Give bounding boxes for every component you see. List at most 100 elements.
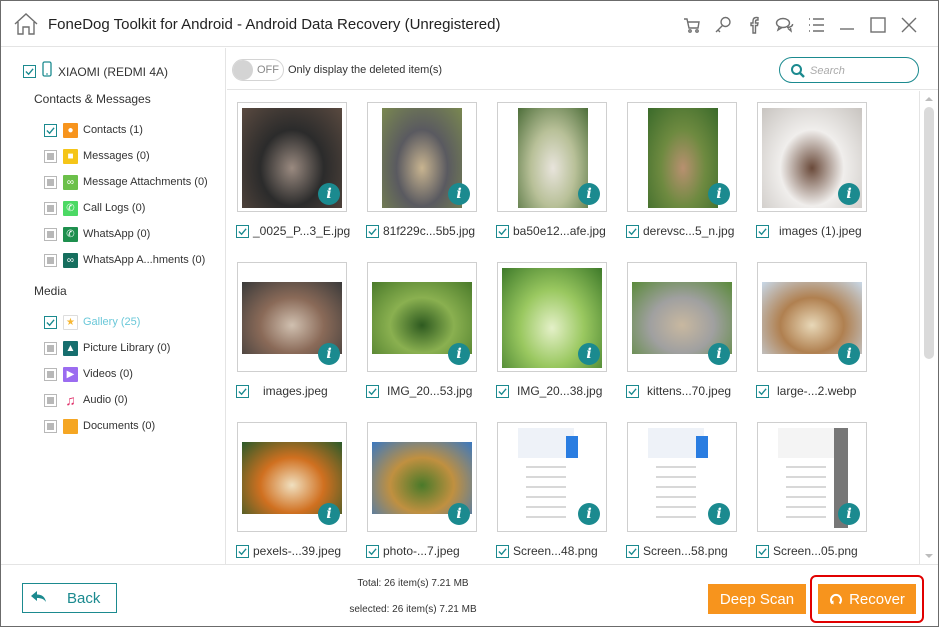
file-tile[interactable]: i Screen...05.png bbox=[747, 411, 867, 561]
sidebar-item-attachment[interactable]: ∞ Message Attachments (0) bbox=[44, 173, 208, 191]
file-thumbnail[interactable]: i bbox=[367, 422, 477, 532]
file-checkbox[interactable] bbox=[496, 384, 509, 398]
back-button[interactable]: Back bbox=[22, 583, 117, 613]
category-checkbox[interactable] bbox=[44, 393, 57, 407]
file-checkbox[interactable] bbox=[366, 384, 379, 398]
info-icon[interactable]: i bbox=[708, 503, 730, 525]
sidebar-item-contacts[interactable]: ● Contacts (1) bbox=[44, 121, 143, 139]
file-checkbox[interactable] bbox=[756, 224, 769, 238]
file-checkbox[interactable] bbox=[496, 224, 509, 238]
category-checkbox[interactable] bbox=[44, 175, 57, 189]
sidebar-item-picture[interactable]: ▲ Picture Library (0) bbox=[44, 339, 170, 357]
search-input[interactable] bbox=[810, 62, 910, 79]
scroll-up-arrow[interactable] bbox=[925, 97, 933, 101]
category-checkbox[interactable] bbox=[44, 149, 57, 163]
file-thumbnail[interactable]: i bbox=[627, 422, 737, 532]
file-thumbnail[interactable]: i bbox=[497, 102, 607, 212]
info-icon[interactable]: i bbox=[448, 503, 470, 525]
info-icon[interactable]: i bbox=[578, 343, 600, 365]
sidebar-item-video[interactable]: ▶ Videos (0) bbox=[44, 365, 133, 383]
info-icon[interactable]: i bbox=[318, 343, 340, 365]
facebook-icon[interactable] bbox=[738, 13, 769, 37]
file-tile[interactable]: i photo-...7.jpeg bbox=[357, 411, 477, 561]
file-thumbnail[interactable]: i bbox=[237, 102, 347, 212]
scroll-thumb[interactable] bbox=[924, 107, 934, 359]
file-checkbox[interactable] bbox=[236, 384, 249, 398]
file-checkbox[interactable] bbox=[626, 384, 639, 398]
category-checkbox[interactable] bbox=[44, 419, 57, 433]
home-icon[interactable] bbox=[13, 12, 39, 36]
info-icon[interactable]: i bbox=[578, 183, 600, 205]
device-item[interactable]: XIAOMI (REDMI 4A) bbox=[23, 61, 168, 82]
file-thumbnail[interactable]: i bbox=[627, 262, 737, 372]
file-tile[interactable]: i kittens...70.jpeg bbox=[617, 251, 737, 401]
menu-icon[interactable] bbox=[800, 13, 831, 37]
file-tile[interactable]: i derevsc...5_n.jpg bbox=[617, 91, 737, 241]
file-checkbox[interactable] bbox=[626, 224, 639, 238]
file-checkbox[interactable] bbox=[366, 544, 379, 558]
maximize-icon[interactable] bbox=[862, 13, 893, 37]
category-checkbox[interactable] bbox=[44, 123, 57, 137]
category-checkbox[interactable] bbox=[44, 201, 57, 215]
category-checkbox[interactable] bbox=[44, 341, 57, 355]
category-checkbox[interactable] bbox=[44, 227, 57, 241]
file-tile[interactable]: i 81f229c...5b5.jpg bbox=[357, 91, 477, 241]
file-thumbnail[interactable]: i bbox=[497, 422, 607, 532]
sidebar-item-star[interactable]: ★ Gallery (25) bbox=[44, 313, 140, 331]
info-icon[interactable]: i bbox=[318, 503, 340, 525]
category-checkbox[interactable] bbox=[44, 315, 57, 329]
file-tile[interactable]: i images (1).jpeg bbox=[747, 91, 867, 241]
file-tile[interactable]: i _0025_P...3_E.jpg bbox=[227, 91, 350, 241]
sidebar-item-messages[interactable]: ■ Messages (0) bbox=[44, 147, 150, 165]
file-tile[interactable]: i IMG_20...38.jpg bbox=[487, 251, 607, 401]
file-thumbnail[interactable]: i bbox=[757, 102, 867, 212]
file-thumbnail[interactable]: i bbox=[237, 262, 347, 372]
file-thumbnail[interactable]: i bbox=[757, 262, 867, 372]
file-thumbnail[interactable]: i bbox=[367, 262, 477, 372]
file-tile[interactable]: i pexels-...39.jpeg bbox=[227, 411, 347, 561]
file-tile[interactable]: i IMG_20...53.jpg bbox=[357, 251, 477, 401]
scroll-down-arrow[interactable] bbox=[925, 554, 933, 558]
close-icon[interactable] bbox=[893, 13, 924, 37]
category-checkbox[interactable] bbox=[44, 253, 57, 267]
info-icon[interactable]: i bbox=[838, 503, 860, 525]
info-icon[interactable]: i bbox=[318, 183, 340, 205]
file-tile[interactable]: i ba50e12...afe.jpg bbox=[487, 91, 607, 241]
file-thumbnail[interactable]: i bbox=[367, 102, 477, 212]
file-checkbox[interactable] bbox=[626, 544, 639, 558]
cart-icon[interactable] bbox=[676, 13, 707, 37]
sidebar-item-whatsapp-attachment[interactable]: ∞ WhatsApp A...hments (0) bbox=[44, 251, 205, 269]
file-thumbnail[interactable]: i bbox=[757, 422, 867, 532]
file-tile[interactable]: i Screen...58.png bbox=[617, 411, 737, 561]
deep-scan-button[interactable]: Deep Scan bbox=[708, 584, 806, 614]
file-thumbnail[interactable]: i bbox=[237, 422, 347, 532]
key-icon[interactable] bbox=[707, 13, 738, 37]
search-box[interactable] bbox=[779, 57, 919, 83]
file-tile[interactable]: i large-...2.webp bbox=[747, 251, 867, 401]
info-icon[interactable]: i bbox=[838, 183, 860, 205]
file-thumbnail[interactable]: i bbox=[627, 102, 737, 212]
info-icon[interactable]: i bbox=[708, 183, 730, 205]
file-checkbox[interactable] bbox=[236, 224, 249, 238]
sidebar-item-whatsapp[interactable]: ✆ WhatsApp (0) bbox=[44, 225, 150, 243]
category-checkbox[interactable] bbox=[44, 367, 57, 381]
file-checkbox[interactable] bbox=[756, 384, 769, 398]
minimize-icon[interactable] bbox=[831, 13, 862, 37]
chat-icon[interactable] bbox=[769, 13, 800, 37]
file-checkbox[interactable] bbox=[756, 544, 769, 558]
vertical-scrollbar[interactable] bbox=[919, 91, 938, 564]
file-checkbox[interactable] bbox=[366, 224, 379, 238]
file-checkbox[interactable] bbox=[236, 544, 249, 558]
sidebar-item-phone[interactable]: ✆ Call Logs (0) bbox=[44, 199, 145, 217]
recover-button[interactable]: Recover bbox=[818, 584, 916, 614]
info-icon[interactable]: i bbox=[708, 343, 730, 365]
file-thumbnail[interactable]: i bbox=[497, 262, 607, 372]
info-icon[interactable]: i bbox=[578, 503, 600, 525]
info-icon[interactable]: i bbox=[838, 343, 860, 365]
device-checkbox[interactable] bbox=[23, 65, 36, 78]
file-tile[interactable]: i images.jpeg bbox=[227, 251, 347, 401]
sidebar-item-audio[interactable]: ♫ Audio (0) bbox=[44, 391, 128, 409]
file-checkbox[interactable] bbox=[496, 544, 509, 558]
info-icon[interactable]: i bbox=[448, 183, 470, 205]
deleted-only-toggle[interactable]: OFF bbox=[232, 59, 284, 81]
